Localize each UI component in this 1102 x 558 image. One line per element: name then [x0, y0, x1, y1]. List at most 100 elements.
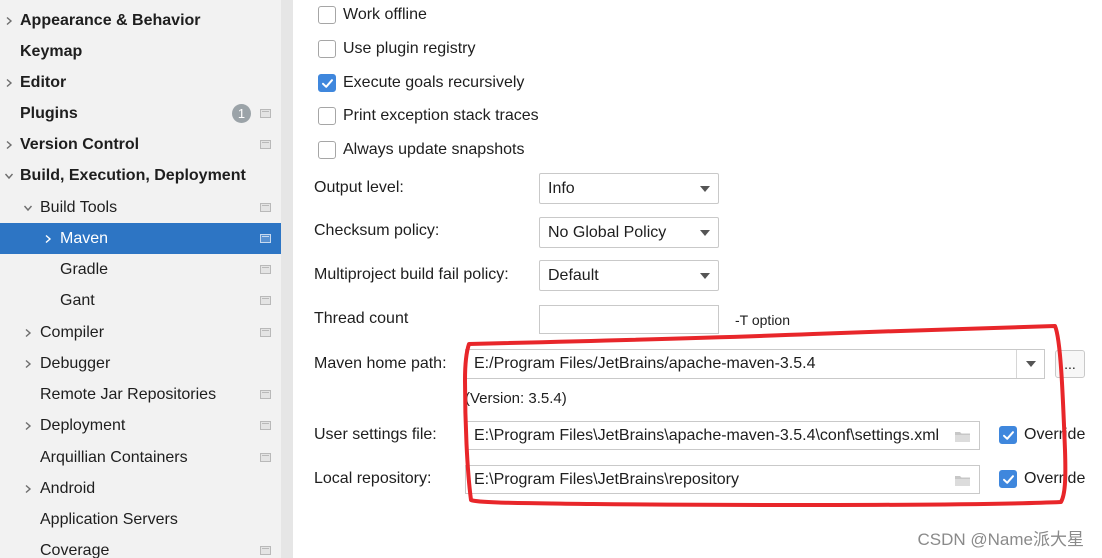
execute-goals-recursively-label: Execute goals recursively	[343, 74, 525, 91]
sidebar-item-label: Application Servers	[40, 510, 178, 528]
sidebar-item-android[interactable]: Android	[0, 473, 293, 504]
dropdown-arrow-icon	[700, 273, 710, 279]
multiproject-fail-policy-value: Default	[548, 266, 599, 284]
checkmark-icon	[1002, 430, 1014, 440]
sidebar-item-version-control[interactable]: Version Control	[0, 129, 293, 160]
maven-home-dropdown-button[interactable]	[1016, 350, 1044, 378]
output-level-dropdown[interactable]: Info	[539, 173, 719, 204]
user-settings-override-checkbox[interactable]	[999, 426, 1017, 444]
always-update-snapshots-checkbox[interactable]	[318, 141, 336, 159]
sidebar-item-label: Remote Jar Repositories	[40, 385, 217, 403]
local-repository-override-checkbox[interactable]	[999, 470, 1017, 488]
sidebar-item-deployment[interactable]: Deployment	[0, 410, 293, 441]
execute-goals-recursively-option[interactable]: Execute goals recursively	[318, 73, 524, 93]
user-settings-file-input[interactable]: E:\Program Files\JetBrains\apache-maven-…	[465, 421, 980, 450]
chevron-right-icon[interactable]	[2, 76, 16, 90]
project-settings-icon	[260, 265, 271, 274]
project-settings-icon	[260, 203, 271, 212]
sidebar-item-label: Coverage	[40, 541, 110, 558]
maven-home-path-label: Maven home path:	[314, 355, 447, 372]
sidebar-item-maven[interactable]: Maven	[0, 223, 293, 254]
sidebar-item-label: Deployment	[40, 416, 126, 434]
user-settings-override-label: Override	[1024, 426, 1086, 443]
output-level-label: Output level:	[314, 179, 404, 196]
sidebar-item-keymap[interactable]: Keymap	[0, 36, 293, 67]
chevron-right-icon[interactable]	[2, 138, 16, 152]
sidebar-item-editor[interactable]: Editor	[0, 67, 293, 98]
sidebar-item-plugins[interactable]: Plugins 1	[0, 98, 293, 129]
project-settings-icon	[260, 390, 271, 399]
chevron-down-icon[interactable]	[2, 169, 16, 183]
sidebar-item-gant[interactable]: Gant	[0, 285, 293, 316]
maven-home-path-value: E:/Program Files/JetBrains/apache-maven-…	[474, 355, 816, 372]
local-repository-value: E:\Program Files\JetBrains\repository	[474, 470, 739, 488]
print-exception-stack-traces-label: Print exception stack traces	[343, 107, 539, 124]
sidebar-item-label: Maven	[60, 229, 109, 247]
local-repository-label: Local repository:	[314, 470, 432, 487]
maven-home-path-combo[interactable]: E:/Program Files/JetBrains/apache-maven-…	[465, 349, 1045, 379]
multiproject-fail-policy-dropdown[interactable]: Default	[539, 260, 719, 291]
thread-count-label: Thread count	[314, 310, 409, 327]
sidebar-item-label: Build Tools	[40, 198, 118, 216]
sidebar-item-label: Gant	[60, 291, 95, 309]
work-offline-checkbox[interactable]	[318, 6, 336, 24]
folder-icon[interactable]	[954, 474, 971, 487]
chevron-right-icon[interactable]	[41, 232, 55, 246]
chevron-right-icon[interactable]	[21, 482, 35, 496]
sidebar-item-remote-jar-repositories[interactable]: Remote Jar Repositories	[0, 379, 293, 410]
maven-settings-panel: Work offline Use plugin registry Execute…	[293, 0, 1102, 558]
checksum-policy-dropdown[interactable]: No Global Policy	[539, 217, 719, 248]
execute-goals-recursively-checkbox[interactable]	[318, 74, 336, 92]
print-exception-stack-traces-checkbox[interactable]	[318, 107, 336, 125]
project-settings-icon	[260, 140, 271, 149]
sidebar-item-appearance-behavior[interactable]: Appearance & Behavior	[0, 5, 293, 36]
user-settings-override-option[interactable]: Override	[999, 425, 1085, 445]
chevron-right-icon[interactable]	[2, 14, 16, 28]
sidebar-item-arquillian-containers[interactable]: Arquillian Containers	[0, 442, 293, 473]
sidebar-item-label: Plugins	[20, 104, 78, 122]
local-repository-input[interactable]: E:\Program Files\JetBrains\repository	[465, 465, 980, 494]
project-settings-icon	[260, 234, 271, 243]
work-offline-option[interactable]: Work offline	[318, 5, 427, 25]
chevron-right-icon[interactable]	[21, 357, 35, 371]
chevron-right-icon[interactable]	[21, 326, 35, 340]
local-repository-override-option[interactable]: Override	[999, 469, 1085, 489]
sidebar-item-debugger[interactable]: Debugger	[0, 348, 293, 379]
chevron-down-icon[interactable]	[21, 201, 35, 215]
user-settings-file-label: User settings file:	[314, 426, 437, 443]
dropdown-arrow-icon	[1026, 361, 1036, 367]
checkmark-icon	[321, 78, 333, 88]
thread-count-input[interactable]	[539, 305, 719, 334]
local-repository-override-label: Override	[1024, 470, 1086, 487]
sidebar-item-gradle[interactable]: Gradle	[0, 254, 293, 285]
sidebar-item-application-servers[interactable]: Application Servers	[0, 504, 293, 535]
user-settings-file-value: E:\Program Files\JetBrains\apache-maven-…	[474, 426, 940, 444]
checksum-policy-value: No Global Policy	[548, 223, 667, 241]
project-settings-icon	[260, 453, 271, 462]
thread-count-hint: -T option	[735, 312, 790, 328]
sidebar-scrollbar[interactable]	[281, 0, 293, 558]
project-settings-icon	[260, 546, 271, 555]
use-plugin-registry-checkbox[interactable]	[318, 40, 336, 58]
folder-icon[interactable]	[954, 430, 971, 443]
sidebar-item-build-execution-deployment[interactable]: Build, Execution, Deployment	[0, 160, 293, 191]
watermark-text: CSDN @Name派大星	[917, 530, 1085, 549]
sidebar-item-compiler[interactable]: Compiler	[0, 317, 293, 348]
settings-sidebar: Appearance & Behavior Keymap Editor Plugins…	[0, 0, 293, 558]
sidebar-item-label: Version Control	[20, 135, 140, 153]
dropdown-arrow-icon	[700, 230, 710, 236]
print-exception-stack-traces-option[interactable]: Print exception stack traces	[318, 106, 539, 126]
sidebar-item-coverage[interactable]: Coverage	[0, 535, 293, 558]
sidebar-item-label: Arquillian Containers	[40, 448, 188, 466]
project-settings-icon	[260, 328, 271, 337]
use-plugin-registry-option[interactable]: Use plugin registry	[318, 39, 476, 59]
always-update-snapshots-option[interactable]: Always update snapshots	[318, 140, 524, 160]
project-settings-icon	[260, 109, 271, 118]
sidebar-item-label: Gradle	[60, 260, 109, 278]
chevron-right-icon[interactable]	[21, 419, 35, 433]
maven-home-browse-button[interactable]: ...	[1055, 350, 1085, 378]
multiproject-fail-policy-label: Multiproject build fail policy:	[314, 266, 509, 283]
maven-version-text: (Version: 3.5.4)	[465, 390, 567, 407]
sidebar-item-build-tools[interactable]: Build Tools	[0, 192, 293, 223]
work-offline-label: Work offline	[343, 6, 427, 23]
